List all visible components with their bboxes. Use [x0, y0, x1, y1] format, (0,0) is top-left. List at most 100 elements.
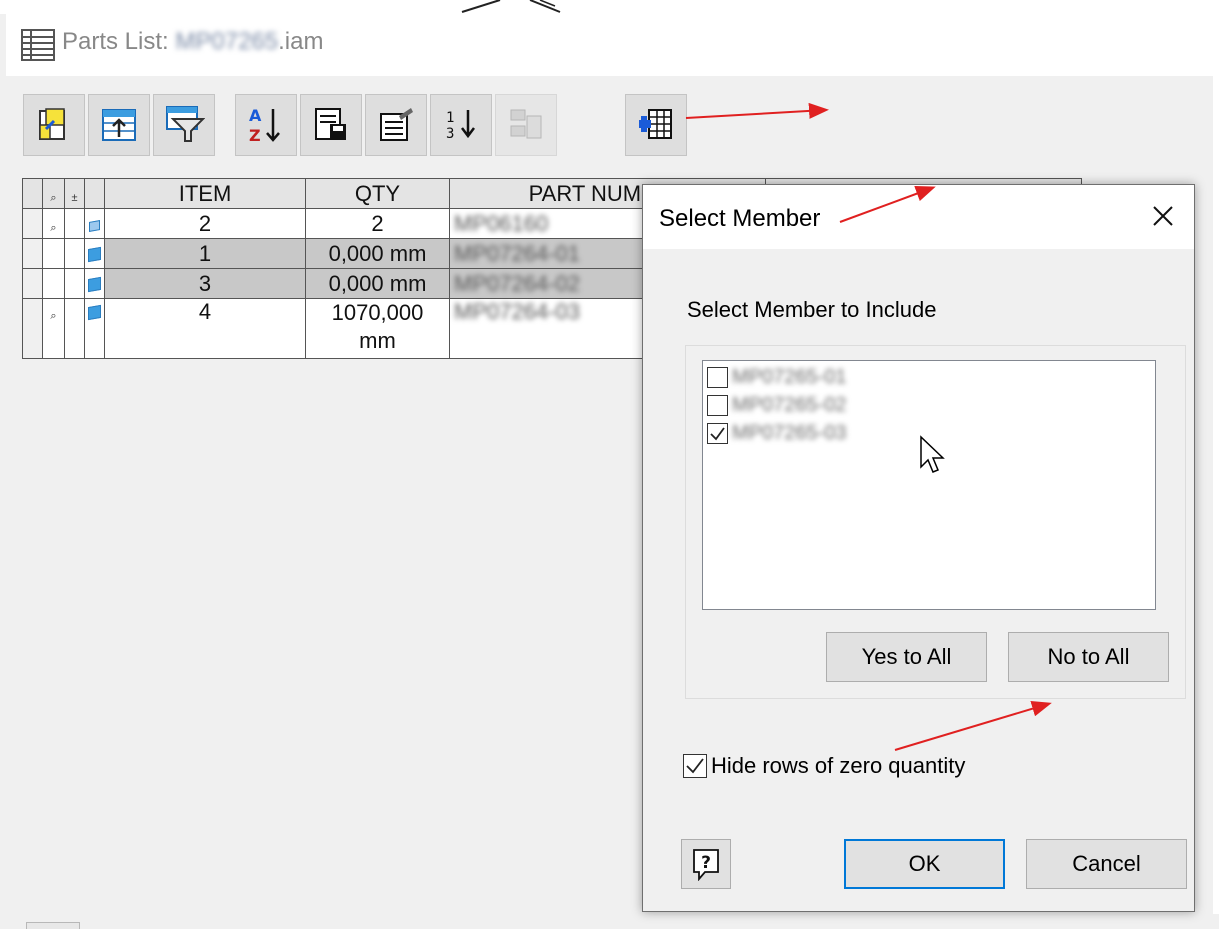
sort-az-icon: A Z [249, 106, 280, 145]
window-title-filename: MP07265 [175, 28, 279, 55]
window-titlebar: Parts List: MP07265.iam [6, 14, 1213, 76]
close-button[interactable] [1148, 201, 1178, 231]
type-cell [84, 298, 105, 359]
member-select-button[interactable] [625, 94, 687, 156]
dialog-title: Select Member [659, 205, 821, 232]
checkmark-icon [686, 758, 704, 774]
help-button[interactable]: ? [681, 839, 731, 889]
part-cube-icon [88, 246, 101, 262]
renumber-icon: 1 3 [446, 110, 475, 142]
merge-rows-button[interactable] [495, 94, 557, 156]
magnifier-icon: ⌕ [50, 191, 57, 204]
subassembly-icon [89, 219, 100, 232]
table-settings-icon [380, 108, 413, 141]
qty-cell[interactable]: 1070,000 mm [305, 298, 450, 359]
type-cell [84, 238, 105, 269]
help-label: ? [701, 853, 711, 873]
magnifier-icon: ⌕ [50, 310, 57, 322]
list-item[interactable]: MP07265-03 [707, 421, 847, 445]
member-checkbox[interactable] [707, 422, 728, 444]
qty-cell[interactable]: 0,000 mm [305, 268, 450, 299]
table-settings-button[interactable] [365, 94, 427, 156]
member-checkbox[interactable] [707, 366, 728, 388]
renumber-button[interactable]: 1 3 [430, 94, 492, 156]
column-header-qty[interactable]: QTY [305, 178, 450, 209]
override-cell [64, 298, 85, 359]
item-cell[interactable]: 3 [104, 268, 306, 299]
row-header[interactable] [22, 208, 43, 239]
row-header-corner [22, 178, 43, 209]
column-header-item[interactable]: ITEM [104, 178, 306, 209]
funnel-filter-icon [166, 106, 205, 142]
mouse-cursor-icon [920, 435, 945, 473]
visibility-column-header[interactable]: ⌕ [42, 178, 65, 209]
override-cell [64, 238, 85, 269]
svg-text:A: A [249, 106, 262, 125]
part-cube-icon [88, 304, 101, 321]
part-number-value: MP07264-01 [454, 240, 580, 266]
row-header[interactable] [22, 238, 43, 269]
member-select-icon [639, 109, 672, 139]
hide-zero-rows-checkbox[interactable] [683, 754, 707, 778]
row-header[interactable] [22, 268, 43, 299]
member-checkbox[interactable] [707, 394, 728, 416]
override-cell [64, 208, 85, 239]
svg-text:1: 1 [446, 110, 454, 126]
select-member-dialog: Select Member Select Member to Include M… [642, 184, 1195, 912]
magnifier-icon: ⌕ [50, 221, 57, 234]
visibility-cell[interactable]: ⌕ [42, 208, 65, 239]
override-column-header[interactable]: ± [64, 178, 85, 209]
parts-list-icon [21, 29, 55, 61]
insert-table-icon [102, 109, 136, 141]
checkmark-icon [710, 426, 725, 440]
cancel-button[interactable]: Cancel [1026, 839, 1187, 889]
window-title: Parts List: MP07265.iam [62, 28, 323, 56]
type-cell [84, 208, 105, 239]
export-button[interactable] [300, 94, 362, 156]
type-column-header[interactable] [84, 178, 105, 209]
visibility-cell[interactable] [42, 268, 65, 299]
item-cell[interactable]: 4 [104, 298, 306, 359]
member-sync-icon [39, 108, 65, 140]
bottom-control-edge [26, 922, 80, 929]
member-group-box: MP07265-01 MP07265-02 MP07265-03 Yes to … [685, 345, 1186, 699]
window-title-prefix: Parts List: [62, 28, 176, 55]
hide-zero-rows-label: Hide rows of zero quantity [711, 753, 966, 778]
dialog-titlebar: Select Member [643, 185, 1194, 249]
sort-button[interactable]: A Z [235, 94, 297, 156]
background-right-edge [1213, 0, 1219, 914]
visibility-cell[interactable] [42, 238, 65, 269]
type-cell [84, 268, 105, 299]
member-group-label: Select Member to Include [687, 297, 937, 322]
item-cell[interactable]: 1 [104, 238, 306, 269]
window-title-suffix: .iam [278, 28, 324, 55]
override-cell [64, 268, 85, 299]
visibility-cell[interactable]: ⌕ [42, 298, 65, 359]
plus-minus-icon: ± [71, 191, 78, 204]
member-listbox[interactable]: MP07265-01 MP07265-02 MP07265-03 [702, 360, 1156, 610]
item-cell[interactable]: 2 [104, 208, 306, 239]
no-to-all-button[interactable]: No to All [1008, 632, 1169, 682]
qty-value-line1: 1070,000 [331, 300, 424, 325]
svg-text:Z: Z [249, 126, 261, 145]
hide-zero-rows-option[interactable]: Hide rows of zero quantity [683, 753, 965, 779]
yes-to-all-button[interactable]: Yes to All [826, 632, 987, 682]
member-label: MP07265-03 [732, 421, 847, 444]
part-cube-icon [88, 276, 101, 292]
insert-table-button[interactable] [88, 94, 150, 156]
member-sync-button[interactable] [23, 94, 85, 156]
ok-button[interactable]: OK [844, 839, 1005, 889]
part-number-value: MP07264-02 [454, 270, 580, 296]
help-icon: ? [693, 849, 719, 881]
merge-rows-icon [510, 109, 542, 139]
row-header[interactable] [22, 298, 43, 359]
member-label: MP07265-02 [732, 393, 847, 416]
qty-cell[interactable]: 2 [305, 208, 450, 239]
filter-button[interactable] [153, 94, 215, 156]
list-item[interactable]: MP07265-01 [707, 365, 847, 389]
qty-cell[interactable]: 0,000 mm [305, 238, 450, 269]
close-icon [1153, 206, 1173, 226]
member-label: MP07265-01 [732, 365, 847, 388]
list-item[interactable]: MP07265-02 [707, 393, 847, 417]
svg-text:3: 3 [446, 126, 454, 142]
